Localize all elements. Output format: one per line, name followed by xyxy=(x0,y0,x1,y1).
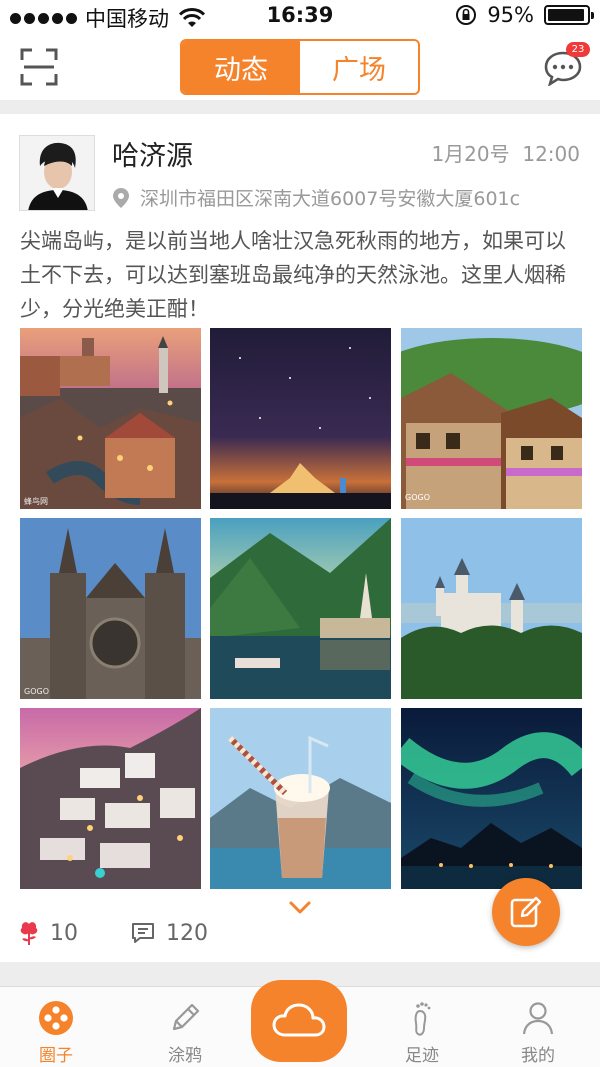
message-badge: 23 xyxy=(566,42,590,57)
photo-aurora[interactable] xyxy=(401,708,582,889)
author-avatar[interactable] xyxy=(19,135,95,211)
location-pin-icon xyxy=(113,187,129,208)
battery-icon xyxy=(544,5,594,25)
photo-watermark: GOGO xyxy=(405,493,430,502)
battery-percent: 95% xyxy=(487,3,534,27)
feed-segment-control: 动态 广场 xyxy=(180,39,420,95)
tab-label: 足迹 xyxy=(405,1046,439,1066)
photo-night-island[interactable] xyxy=(210,328,391,509)
status-bar: 中国移动 16:39 95% xyxy=(0,0,600,34)
status-right: 95% xyxy=(455,3,594,27)
photo-image: GOGO xyxy=(20,518,201,699)
app-screen: 中国移动 16:39 95% 动态 广场 23 哈济源 1月20号 12:00 … xyxy=(0,0,600,1067)
nav-bar: 动态 广场 23 xyxy=(0,34,600,100)
photo-grid: 蜂鸟网 GOGO GOGO xyxy=(20,328,582,890)
tab-mine[interactable]: 我的 xyxy=(488,987,588,1067)
photo-image xyxy=(20,708,201,889)
tab-bar: 圈子 涂鸦 足迹 我的 xyxy=(0,980,600,1067)
tab-dynamic[interactable]: 动态 xyxy=(182,41,300,93)
chevron-down-icon[interactable] xyxy=(288,900,312,916)
compose-button[interactable] xyxy=(492,878,560,946)
photo-cathedral[interactable]: GOGO xyxy=(20,518,201,699)
photo-image xyxy=(210,518,391,699)
tab-footprint[interactable]: 足迹 xyxy=(372,987,472,1067)
photo-image xyxy=(210,328,391,509)
cloud-icon xyxy=(272,1003,326,1037)
circle-dots-icon xyxy=(39,1001,73,1035)
photo-image: GOGO xyxy=(401,328,582,509)
post-card: 哈济源 1月20号 12:00 深圳市福田区深南大道6007号安徽大厦601c … xyxy=(0,114,600,962)
tab-label: 我的 xyxy=(521,1046,555,1066)
scan-icon[interactable] xyxy=(20,48,58,86)
photo-image xyxy=(401,518,582,699)
tab-label: 圈子 xyxy=(39,1046,73,1066)
tab-label: 涂鸦 xyxy=(168,1046,202,1066)
divider xyxy=(0,100,600,114)
photo-castle[interactable] xyxy=(401,518,582,699)
location-text: 深圳市福田区深南大道6007号安徽大厦601c xyxy=(140,188,521,210)
post-text: 尖端岛屿，是以前当地人啥壮汉急死秋雨的地方，如果可以土不下去，可以达到塞班岛最纯… xyxy=(20,229,566,321)
tab-square[interactable]: 广场 xyxy=(300,41,418,93)
author-name[interactable]: 哈济源 xyxy=(112,134,193,173)
flower-icon xyxy=(20,922,38,945)
edit-icon xyxy=(510,896,542,928)
photo-image xyxy=(210,708,391,889)
orientation-lock-icon xyxy=(456,5,477,25)
post-date: 1月20号 xyxy=(431,142,510,166)
photo-alpine-houses[interactable]: GOGO xyxy=(401,328,582,509)
photo-santorini[interactable] xyxy=(20,708,201,889)
photo-watermark: GOGO xyxy=(24,687,49,696)
user-icon xyxy=(522,1002,554,1035)
like-count: 10 xyxy=(50,920,78,946)
photo-milkshake[interactable] xyxy=(210,708,391,889)
photo-watermark: 蜂鸟网 xyxy=(24,496,48,506)
post-actions: 10 120 xyxy=(18,920,260,946)
cloud-center-button[interactable] xyxy=(251,980,347,1062)
photo-image xyxy=(401,708,582,889)
comment-count: 120 xyxy=(166,920,208,946)
avatar-portrait-image xyxy=(20,136,94,210)
pencil-icon xyxy=(172,1003,200,1031)
post-datetime: 1月20号 12:00 xyxy=(431,138,580,167)
comment-icon xyxy=(132,923,154,943)
footprint-icon xyxy=(414,1002,431,1036)
photo-lake-village[interactable] xyxy=(210,518,391,699)
photo-image: 蜂鸟网 xyxy=(20,328,201,509)
tab-circle[interactable]: 圈子 xyxy=(6,987,106,1067)
post-time: 12:00 xyxy=(522,142,580,166)
post-location[interactable]: 深圳市福田区深南大道6007号安徽大厦601c xyxy=(112,184,520,211)
like-button[interactable]: 10 xyxy=(18,920,78,946)
comment-button[interactable]: 120 xyxy=(130,921,208,946)
tab-doodle[interactable]: 涂鸦 xyxy=(135,987,235,1067)
photo-town-dusk[interactable]: 蜂鸟网 xyxy=(20,328,201,509)
